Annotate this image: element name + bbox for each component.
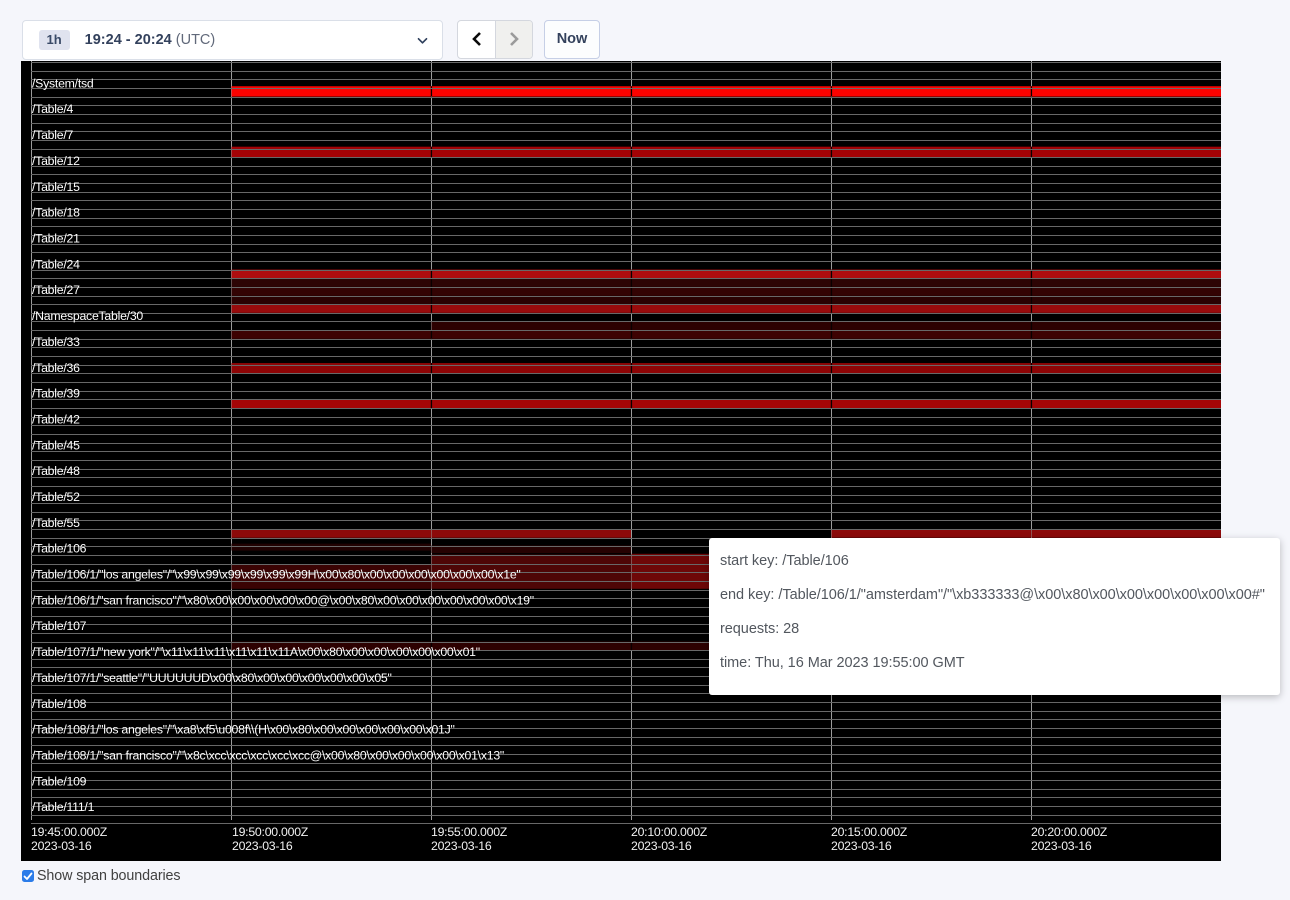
svg-text:/Table/107: /Table/107 xyxy=(32,619,87,633)
svg-text:/Table/107/1/"seattle"/"UUUUUU: /Table/107/1/"seattle"/"UUUUUUD\x00\x80\… xyxy=(32,671,392,685)
svg-text:2023-03-16: 2023-03-16 xyxy=(631,839,692,853)
svg-text:2023-03-16: 2023-03-16 xyxy=(31,839,92,853)
svg-text:/Table/108/1/"los angeles"/"\x: /Table/108/1/"los angeles"/"\xa8\xf5\u00… xyxy=(32,723,455,737)
svg-text:/Table/109: /Table/109 xyxy=(32,774,87,788)
svg-text:/Table/107/1/"new york"/"\x11\: /Table/107/1/"new york"/"\x11\x11\x11\x1… xyxy=(32,645,480,659)
svg-text:/Table/48: /Table/48 xyxy=(32,464,80,478)
svg-text:/Table/45: /Table/45 xyxy=(32,438,80,452)
svg-text:/Table/106: /Table/106 xyxy=(32,542,87,556)
svg-text:/Table/39: /Table/39 xyxy=(32,387,80,401)
svg-text:19:55:00.000Z: 19:55:00.000Z xyxy=(431,825,508,839)
svg-text:/Table/33: /Table/33 xyxy=(32,335,80,349)
svg-text:2023-03-16: 2023-03-16 xyxy=(431,839,492,853)
svg-text:2023-03-16: 2023-03-16 xyxy=(1031,839,1092,853)
svg-text:/Table/27: /Table/27 xyxy=(32,283,80,297)
svg-text:/Table/111/1: /Table/111/1 xyxy=(32,800,95,814)
svg-text:/NamespaceTable/30: /NamespaceTable/30 xyxy=(32,309,143,323)
svg-text:/Table/42: /Table/42 xyxy=(32,412,80,426)
svg-text:/Table/15: /Table/15 xyxy=(32,180,80,194)
svg-text:20:15:00.000Z: 20:15:00.000Z xyxy=(831,825,908,839)
svg-text:19:45:00.000Z: 19:45:00.000Z xyxy=(31,825,108,839)
svg-text:/Table/106/1/"los angeles"/"\x: /Table/106/1/"los angeles"/"\x99\x99\x99… xyxy=(32,568,521,582)
svg-text:/Table/52: /Table/52 xyxy=(32,490,80,504)
svg-text:/Table/106/1/"san francisco"/": /Table/106/1/"san francisco"/"\x80\x00\x… xyxy=(32,593,534,607)
svg-text:/System/tsd: /System/tsd xyxy=(32,76,94,90)
svg-text:/Table/108/1/"san francisco"/": /Table/108/1/"san francisco"/"\x8c\xcc\x… xyxy=(32,749,504,763)
svg-text:/Table/12: /Table/12 xyxy=(32,154,80,168)
svg-text:/Table/7: /Table/7 xyxy=(32,128,73,142)
svg-text:/Table/18: /Table/18 xyxy=(32,206,80,220)
svg-text:/Table/108: /Table/108 xyxy=(32,697,87,711)
svg-text:/Table/21: /Table/21 xyxy=(32,232,80,246)
svg-text:/Table/24: /Table/24 xyxy=(32,257,80,271)
svg-text:20:20:00.000Z: 20:20:00.000Z xyxy=(1031,825,1108,839)
svg-text:2023-03-16: 2023-03-16 xyxy=(831,839,892,853)
svg-text:/Table/36: /Table/36 xyxy=(32,361,80,375)
svg-text:20:10:00.000Z: 20:10:00.000Z xyxy=(631,825,708,839)
svg-text:/Table/55: /Table/55 xyxy=(32,516,80,530)
svg-text:2023-03-16: 2023-03-16 xyxy=(232,839,293,853)
svg-text:/Table/4: /Table/4 xyxy=(32,102,73,116)
svg-text:19:50:00.000Z: 19:50:00.000Z xyxy=(232,825,309,839)
